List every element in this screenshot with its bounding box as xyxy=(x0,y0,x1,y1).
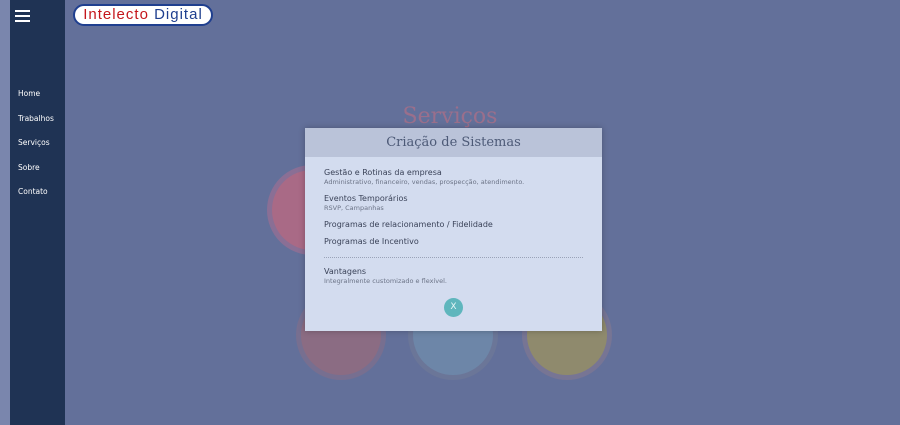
services-section-title: Serviços xyxy=(402,104,498,129)
modal-item: Gestão e Rotinas da empresa Administrati… xyxy=(324,167,583,187)
left-edge-strip xyxy=(0,0,10,425)
logo-text-intelecto: Intelecto xyxy=(83,6,149,23)
item-description: RSVP, Campanhas xyxy=(324,204,384,212)
item-title: Gestão e Rotinas da empresa xyxy=(324,168,442,177)
close-button[interactable]: X xyxy=(444,298,463,317)
logo-text-digital: Digital xyxy=(154,6,203,23)
item-title: Eventos Temporários xyxy=(324,194,408,203)
modal-title: Criação de Sistemas xyxy=(305,128,602,157)
modal-item: Eventos Temporários RSVP, Campanhas xyxy=(324,193,583,213)
item-title: Programas de Incentivo xyxy=(324,237,419,246)
hamburger-icon[interactable] xyxy=(15,10,30,22)
modal-advantages: Vantagens Integralmente customizado e fl… xyxy=(324,266,583,286)
sidebar-item-contato[interactable]: Contato xyxy=(18,186,54,211)
advantages-title: Vantagens xyxy=(324,267,367,276)
sidebar-item-sobre[interactable]: Sobre xyxy=(18,162,54,187)
item-title: Programas de relacionamento / Fidelidade xyxy=(324,220,493,229)
hamburger-line xyxy=(15,20,30,22)
modal-item: Programas de relacionamento / Fidelidade xyxy=(324,219,583,230)
service-modal: Criação de Sistemas Gestão e Rotinas da … xyxy=(305,128,602,331)
advantages-description: Integralmente customizado e flexível. xyxy=(324,277,447,285)
sidebar-item-trabalhos[interactable]: Trabalhos xyxy=(18,113,54,138)
sidebar: Home Trabalhos Serviços Sobre Contato xyxy=(10,0,65,425)
hamburger-line xyxy=(15,10,30,12)
modal-body: Gestão e Rotinas da empresa Administrati… xyxy=(305,157,602,286)
brand-logo[interactable]: Intelecto Digital xyxy=(73,4,213,26)
modal-item: Programas de Incentivo xyxy=(324,236,583,247)
hamburger-line xyxy=(15,15,30,17)
sidebar-nav: Home Trabalhos Serviços Sobre Contato xyxy=(18,88,54,211)
sidebar-item-servicos[interactable]: Serviços xyxy=(18,137,54,162)
item-description: Administrativo, financeiro, vendas, pros… xyxy=(324,178,525,186)
modal-divider xyxy=(324,257,583,258)
sidebar-item-home[interactable]: Home xyxy=(18,88,54,113)
